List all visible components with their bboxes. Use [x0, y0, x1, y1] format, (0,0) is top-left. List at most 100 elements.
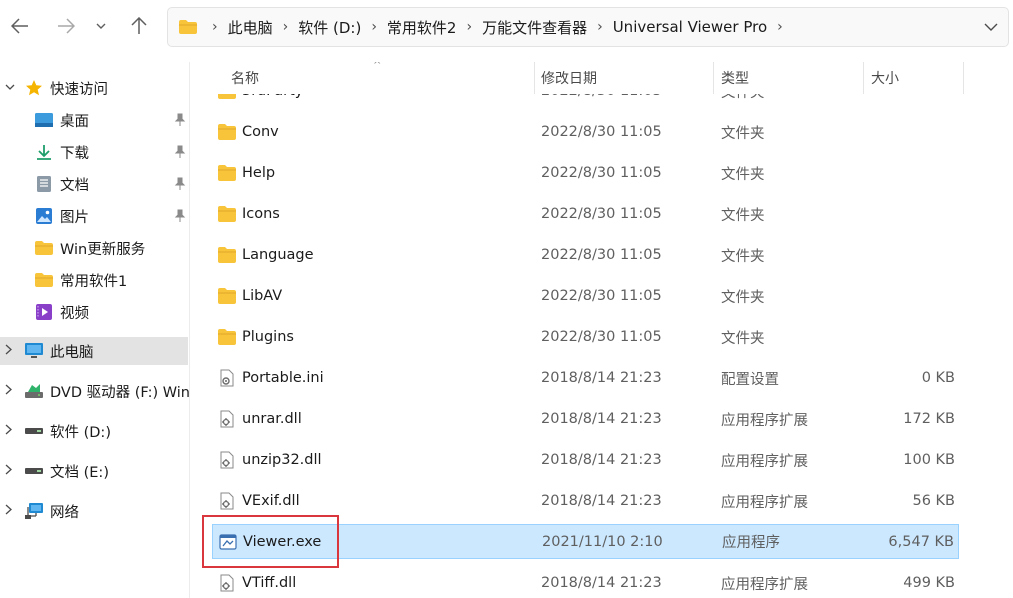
sidebar-item-drive-d[interactable]: 软件 (D:) [0, 417, 188, 445]
sidebar-item-videos[interactable]: 视频 [0, 298, 188, 326]
sidebar-item-label: 常用软件1 [60, 273, 128, 290]
file-row[interactable]: Plugins 2022/8/30 11:05 文件夹 [212, 320, 959, 354]
file-row-selected[interactable]: Viewer.exe 2021/11/10 2:10 应用程序 6,547 KB [212, 524, 959, 559]
sidebar-item-label: 下载 [60, 145, 89, 162]
breadcrumb-this-pc[interactable]: 此电脑 [228, 17, 273, 38]
drive-icon [24, 421, 44, 441]
chevron-down-icon [96, 23, 106, 29]
sidebar-item-drive-e[interactable]: 文档 (E:) [0, 457, 188, 485]
sidebar-item-downloads[interactable]: 下载 [0, 138, 188, 166]
column-header-label: 类型 [721, 71, 749, 87]
sidebar-item-network[interactable]: 网络 [0, 497, 188, 525]
file-type: 应用程序扩展 [721, 412, 808, 429]
file-row[interactable]: Language 2022/8/30 11:05 文件夹 [212, 238, 959, 272]
sidebar-item-dvd-drive[interactable]: DVD 驱动器 (F:) Win [0, 377, 190, 405]
sidebar-item-win-update-service[interactable]: Win更新服务 [0, 234, 188, 262]
chevron-down-icon [984, 23, 998, 31]
file-size: 0 KB [921, 370, 955, 386]
file-row[interactable]: unzip32.dll 2018/8/14 21:23 应用程序扩展 100 K… [212, 443, 959, 477]
sidebar-item-documents[interactable]: 文档 [0, 170, 188, 198]
file-name: Portable.ini [242, 370, 324, 386]
sidebar-item-label: 文档 [60, 177, 89, 194]
file-type: 应用程序扩展 [721, 453, 808, 470]
folder-icon [218, 124, 236, 140]
breadcrumb-universal-viewer-pro[interactable]: Universal Viewer Pro [613, 18, 767, 36]
column-header-label: 名称 [231, 71, 259, 87]
sidebar-item-desktop[interactable]: 桌面 [0, 106, 188, 134]
column-header-row: ^ 名称 修改日期 类型 大小 [191, 62, 1013, 94]
forward-button[interactable] [52, 11, 80, 41]
address-history-dropdown[interactable] [984, 19, 998, 35]
folder-icon [218, 206, 236, 222]
file-size: 6,547 KB [888, 533, 954, 550]
sidebar-item-common-software-1[interactable]: 常用软件1 [0, 266, 188, 294]
file-row[interactable]: Icons 2022/8/30 11:05 文件夹 [212, 197, 959, 231]
chevron-right-icon [5, 464, 12, 475]
folder-icon [218, 329, 236, 345]
breadcrumb-drive-d[interactable]: 软件 (D:) [298, 17, 361, 38]
file-row[interactable]: LibAV 2022/8/30 11:05 文件夹 [212, 279, 959, 313]
pin-icon[interactable] [174, 177, 186, 191]
dll-file-icon [220, 451, 234, 469]
column-header-name[interactable]: 名称 [223, 62, 533, 94]
column-header-type[interactable]: 类型 [713, 62, 863, 94]
breadcrumb-common-software-2[interactable]: 常用软件2 [387, 17, 457, 38]
breadcrumb-separator: › [466, 19, 473, 35]
file-size: 172 KB [903, 411, 955, 427]
sidebar-item-label: 软件 (D:) [50, 424, 111, 441]
breadcrumb-separator: › [597, 19, 603, 35]
breadcrumb-universal-viewer-folder[interactable]: 万能文件查看器 [482, 17, 587, 38]
file-type: 文件夹 [721, 330, 765, 347]
network-icon [24, 501, 44, 521]
breadcrumb-separator: › [371, 19, 377, 35]
pin-icon[interactable] [174, 145, 186, 159]
file-size: 56 KB [912, 493, 955, 509]
chevron-down-icon [5, 84, 15, 90]
back-button[interactable] [6, 11, 34, 41]
download-icon [34, 142, 54, 162]
sidebar-item-label: 此电脑 [50, 344, 94, 361]
recent-locations-button[interactable] [89, 11, 113, 41]
dll-file-icon [220, 410, 234, 428]
column-divider[interactable] [963, 62, 964, 94]
document-icon [34, 174, 54, 194]
sidebar-item-label: 图片 [60, 209, 89, 226]
address-bar[interactable]: › 此电脑 › 软件 (D:) › 常用软件2 › 万能文件查看器 › Univ… [167, 7, 1009, 47]
arrow-right-icon [58, 18, 75, 34]
file-row[interactable]: VExif.dll 2018/8/14 21:23 应用程序扩展 56 KB [212, 484, 959, 518]
file-row[interactable]: Conv 2022/8/30 11:05 文件夹 [212, 115, 959, 149]
pin-icon[interactable] [174, 209, 186, 223]
column-header-size[interactable]: 大小 [863, 62, 963, 94]
sidebar-item-label: 快速访问 [50, 81, 108, 98]
column-header-date[interactable]: 修改日期 [533, 62, 713, 94]
arrow-up-icon [131, 17, 147, 34]
picture-icon [34, 206, 54, 226]
file-name: Conv [242, 124, 279, 140]
sidebar-item-quick-access[interactable]: 快速访问 [0, 74, 188, 102]
drive-icon [24, 461, 44, 481]
sidebar-item-pictures[interactable]: 图片 [0, 202, 188, 230]
chevron-right-icon [5, 344, 12, 355]
file-name: VTiff.dll [242, 575, 297, 591]
star-icon [24, 78, 44, 98]
breadcrumb-separator: › [777, 19, 783, 35]
chevron-right-icon [5, 384, 12, 395]
file-type: 应用程序扩展 [721, 576, 808, 593]
file-date: 2022/8/30 11:05 [541, 288, 662, 304]
sidebar-item-label: Win更新服务 [60, 241, 146, 258]
file-row[interactable]: VTiff.dll 2018/8/14 21:23 应用程序扩展 499 KB [212, 566, 959, 598]
file-type: 文件夹 [721, 166, 765, 183]
up-button[interactable] [125, 11, 153, 41]
file-row[interactable]: Portable.ini 2018/8/14 21:23 配置设置 0 KB [212, 361, 959, 395]
file-row[interactable]: Help 2022/8/30 11:05 文件夹 [212, 156, 959, 190]
file-date: 2022/8/30 11:05 [541, 329, 662, 345]
file-row[interactable]: unrar.dll 2018/8/14 21:23 应用程序扩展 172 KB [212, 402, 959, 436]
file-list-pane: ^ 名称 修改日期 类型 大小 3rdParty 2022/8/30 11:05… [191, 62, 1013, 598]
file-date: 2018/8/14 21:23 [541, 411, 662, 427]
file-type: 应用程序 [722, 535, 780, 551]
pin-icon[interactable] [174, 113, 186, 127]
folder-icon [34, 270, 54, 290]
file-size: 499 KB [903, 575, 955, 591]
sidebar-item-this-pc[interactable]: 此电脑 [0, 337, 188, 365]
file-name: Help [242, 165, 276, 181]
